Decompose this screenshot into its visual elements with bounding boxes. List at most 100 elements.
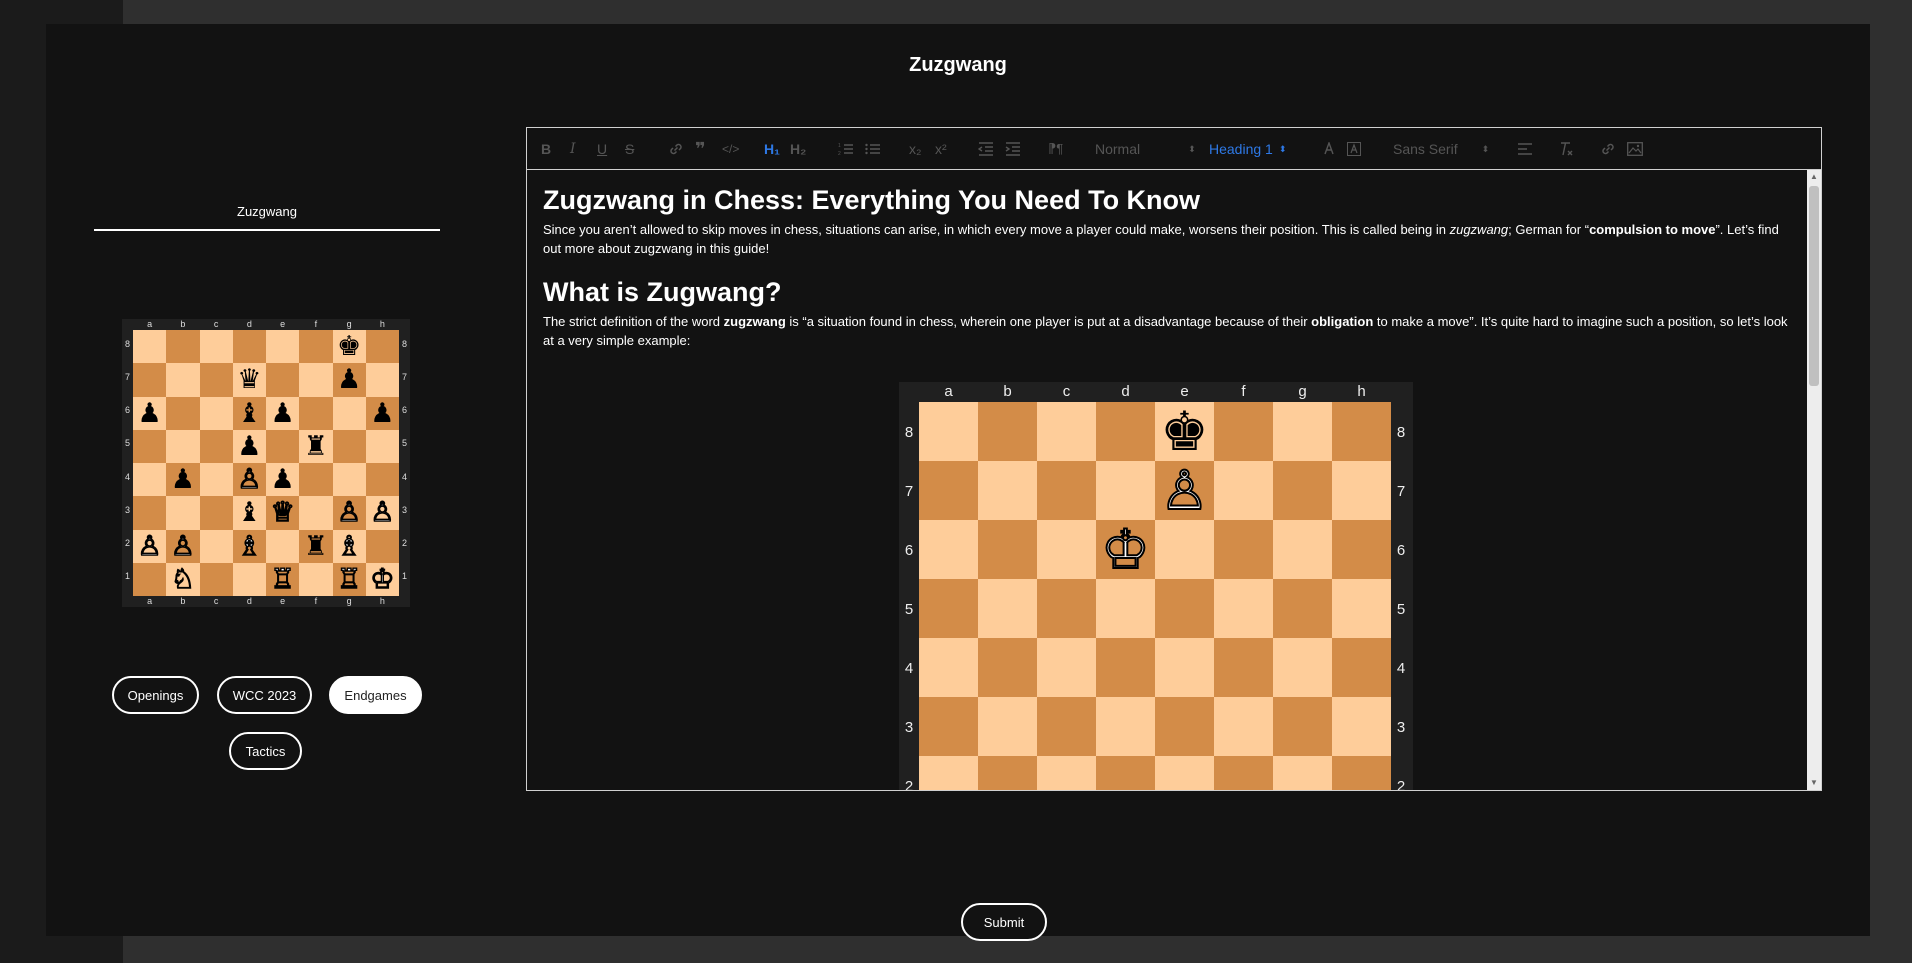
code-icon[interactable]: </> bbox=[722, 139, 739, 159]
black-piece-icon[interactable]: ♟ bbox=[271, 400, 295, 427]
square-e4[interactable] bbox=[1155, 638, 1214, 697]
black-piece-icon[interactable]: ♝ bbox=[237, 499, 261, 526]
square-h6[interactable] bbox=[1332, 520, 1391, 579]
white-piece-icon[interactable]: ♕ bbox=[270, 499, 296, 527]
square-h8[interactable] bbox=[1332, 402, 1391, 461]
square-h7[interactable] bbox=[365, 363, 399, 397]
scroll-up-arrow-icon[interactable]: ▲ bbox=[1807, 170, 1821, 184]
background-color-icon[interactable] bbox=[1347, 139, 1361, 159]
square-d7[interactable] bbox=[1096, 461, 1155, 520]
submit-button[interactable]: Submit bbox=[961, 903, 1047, 941]
category-chip-wcc-2023[interactable]: WCC 2023 bbox=[217, 676, 312, 714]
indent-icon[interactable] bbox=[1005, 139, 1021, 159]
black-piece-icon[interactable]: ♟ bbox=[337, 366, 361, 393]
blockquote-icon[interactable]: ❞ bbox=[695, 139, 706, 159]
square-c5[interactable] bbox=[199, 429, 233, 463]
square-b8[interactable] bbox=[978, 402, 1037, 461]
black-piece-icon[interactable]: ♟ bbox=[138, 400, 162, 427]
square-f8[interactable] bbox=[1214, 402, 1273, 461]
square-a7[interactable] bbox=[133, 363, 167, 397]
square-h5[interactable] bbox=[365, 429, 399, 463]
square-a3[interactable] bbox=[133, 496, 167, 530]
square-e2[interactable] bbox=[266, 529, 300, 563]
square-a1[interactable] bbox=[133, 562, 167, 596]
black-piece-icon[interactable]: ♛ bbox=[237, 366, 261, 393]
square-b1[interactable]: ♘ bbox=[166, 562, 200, 596]
square-b2[interactable]: ♙ bbox=[166, 529, 200, 563]
square-f7[interactable] bbox=[299, 363, 333, 397]
square-d5[interactable] bbox=[1096, 579, 1155, 638]
square-a4[interactable] bbox=[919, 638, 978, 697]
square-h3[interactable]: ♙ bbox=[365, 496, 399, 530]
square-e5[interactable] bbox=[266, 429, 300, 463]
insert-link-icon[interactable] bbox=[1600, 139, 1616, 159]
square-c4[interactable] bbox=[1037, 638, 1096, 697]
square-b3[interactable] bbox=[978, 697, 1037, 756]
square-e1[interactable]: ♖ bbox=[266, 562, 300, 596]
black-piece-icon[interactable]: ♜ bbox=[304, 533, 328, 560]
white-piece-icon[interactable]: ♙ bbox=[137, 532, 163, 560]
font-select[interactable]: Sans Serif ⬍ bbox=[1393, 139, 1489, 159]
bold-icon[interactable]: B bbox=[541, 139, 551, 159]
square-e3[interactable] bbox=[1155, 697, 1214, 756]
square-a8[interactable] bbox=[133, 330, 167, 364]
square-a5[interactable] bbox=[919, 579, 978, 638]
square-h3[interactable] bbox=[1332, 697, 1391, 756]
square-c5[interactable] bbox=[1037, 579, 1096, 638]
white-piece-icon[interactable]: ♗ bbox=[237, 532, 263, 560]
square-f6[interactable] bbox=[1214, 520, 1273, 579]
tab-zuzgwang[interactable]: Zuzgwang bbox=[94, 204, 440, 231]
subscript-button[interactable]: x₂ bbox=[909, 139, 921, 159]
scroll-thumb[interactable] bbox=[1809, 186, 1819, 386]
white-piece-icon[interactable]: ♔ bbox=[370, 565, 396, 593]
black-piece-icon[interactable]: ♚ bbox=[337, 333, 361, 360]
square-a5[interactable] bbox=[133, 429, 167, 463]
square-f7[interactable] bbox=[1214, 461, 1273, 520]
square-e3[interactable]: ♕ bbox=[266, 496, 300, 530]
square-c4[interactable] bbox=[199, 463, 233, 497]
square-g5[interactable] bbox=[1273, 579, 1332, 638]
square-a7[interactable] bbox=[919, 461, 978, 520]
square-g6[interactable] bbox=[1273, 520, 1332, 579]
square-g1[interactable]: ♖ bbox=[332, 562, 366, 596]
black-piece-icon[interactable]: ♟ bbox=[370, 400, 394, 427]
square-f3[interactable] bbox=[1214, 697, 1273, 756]
square-c7[interactable] bbox=[1037, 461, 1096, 520]
square-b6[interactable] bbox=[166, 396, 200, 430]
square-d1[interactable] bbox=[232, 562, 266, 596]
square-h2[interactable] bbox=[1332, 756, 1391, 790]
square-d2[interactable] bbox=[1096, 756, 1155, 790]
square-e4[interactable]: ♟ bbox=[266, 463, 300, 497]
square-f5[interactable]: ♜ bbox=[299, 429, 333, 463]
category-chip-tactics[interactable]: Tactics bbox=[229, 732, 302, 770]
white-piece-icon[interactable]: ♙ bbox=[237, 465, 263, 493]
square-f8[interactable] bbox=[299, 330, 333, 364]
square-g2[interactable]: ♗ bbox=[332, 529, 366, 563]
square-c8[interactable] bbox=[199, 330, 233, 364]
white-piece-icon[interactable]: ♙ bbox=[336, 499, 362, 527]
white-piece-icon[interactable]: ♖ bbox=[270, 565, 296, 593]
link-icon[interactable] bbox=[668, 139, 684, 159]
square-d4[interactable]: ♙ bbox=[232, 463, 266, 497]
square-f4[interactable] bbox=[1214, 638, 1273, 697]
white-piece-icon[interactable]: ♙ bbox=[1159, 462, 1209, 518]
square-d7[interactable]: ♛ bbox=[232, 363, 266, 397]
image-icon[interactable] bbox=[1627, 139, 1643, 159]
black-piece-icon[interactable]: ♜ bbox=[304, 433, 328, 460]
ordered-list-icon[interactable]: 12 bbox=[838, 139, 854, 159]
square-b5[interactable] bbox=[166, 429, 200, 463]
square-b8[interactable] bbox=[166, 330, 200, 364]
square-f3[interactable] bbox=[299, 496, 333, 530]
square-g5[interactable] bbox=[332, 429, 366, 463]
square-d6[interactable]: ♔ bbox=[1096, 520, 1155, 579]
white-piece-icon[interactable]: ♙ bbox=[370, 499, 396, 527]
square-g8[interactable] bbox=[1273, 402, 1332, 461]
heading-select[interactable]: Heading 1 ⬍ bbox=[1209, 139, 1286, 159]
square-h6[interactable]: ♟ bbox=[365, 396, 399, 430]
square-d2[interactable]: ♗ bbox=[232, 529, 266, 563]
category-chip-endgames[interactable]: Endgames bbox=[329, 676, 422, 714]
square-b6[interactable] bbox=[978, 520, 1037, 579]
clear-format-icon[interactable] bbox=[1558, 139, 1574, 159]
black-piece-icon[interactable]: ♝ bbox=[237, 400, 261, 427]
square-c1[interactable] bbox=[199, 562, 233, 596]
